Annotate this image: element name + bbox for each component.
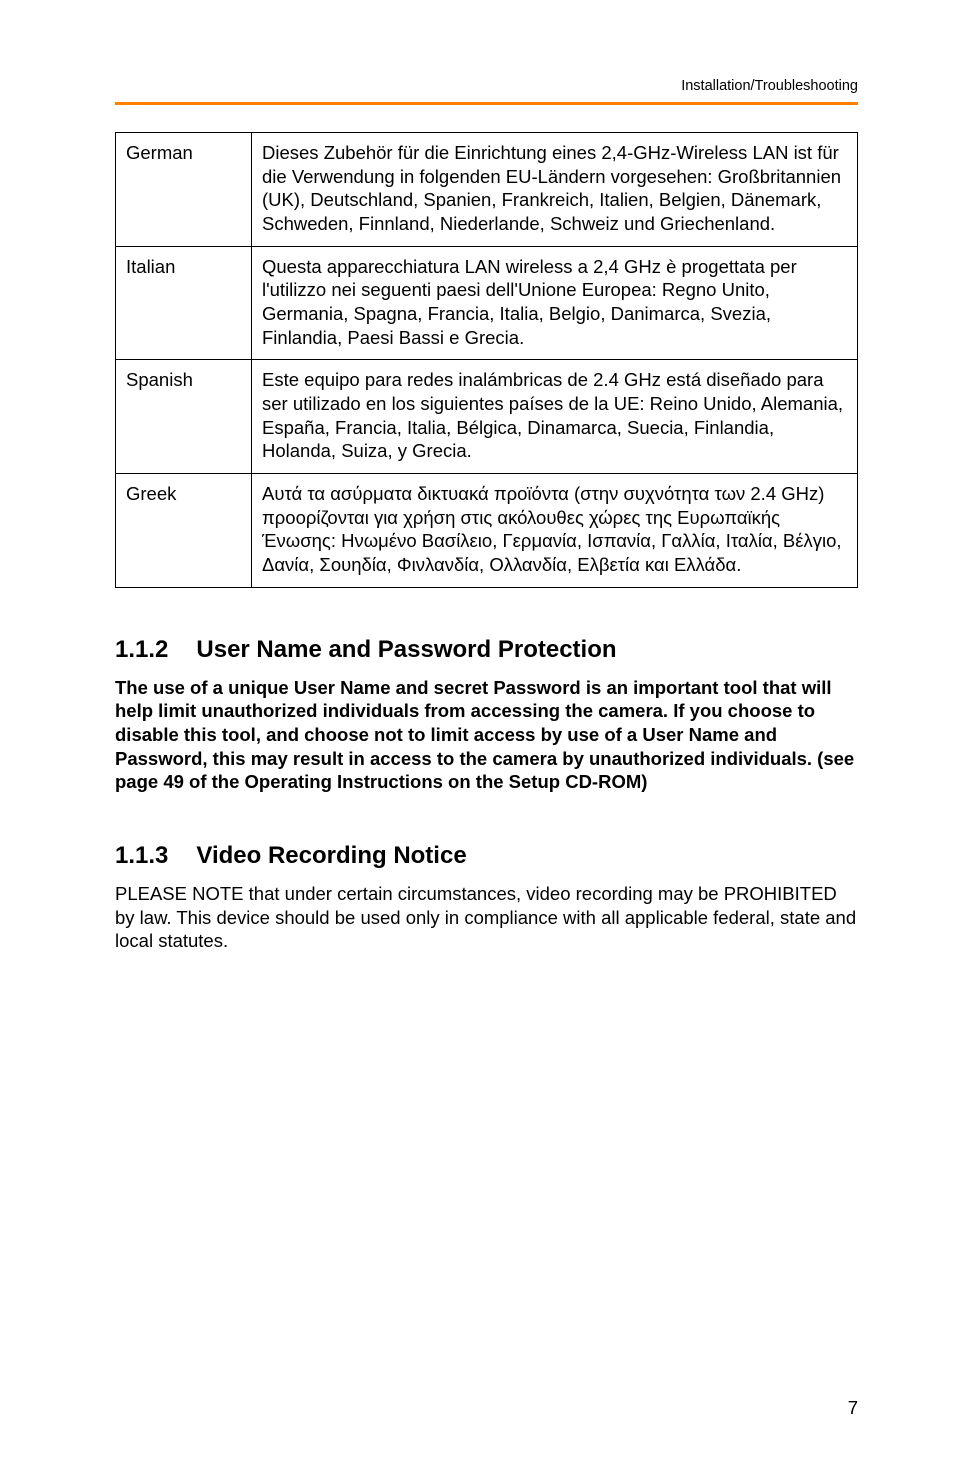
lang-cell: Italian <box>116 246 252 360</box>
lang-cell: Greek <box>116 474 252 588</box>
header-rule <box>115 102 858 105</box>
text-cell: Este equipo para redes inalámbricas de 2… <box>252 360 858 474</box>
section-number: 1.1.3 <box>115 842 168 870</box>
table-row: Spanish Este equipo para redes inalámbri… <box>116 360 858 474</box>
text-cell: Αυτά τα ασύρματα δικτυακά προϊόντα (στην… <box>252 474 858 588</box>
table-row: Italian Questa apparecchiatura LAN wirel… <box>116 246 858 360</box>
text-cell: Dieses Zubehör für die Einrichtung eines… <box>252 133 858 247</box>
section-title: Video Recording Notice <box>196 842 466 869</box>
running-head: Installation/Troubleshooting <box>681 78 858 94</box>
table-row: Greek Αυτά τα ασύρματα δικτυακά προϊόντα… <box>116 474 858 588</box>
lang-cell: German <box>116 133 252 247</box>
page-number: 7 <box>848 1397 858 1419</box>
section-number: 1.1.2 <box>115 636 168 664</box>
language-table: German Dieses Zubehör für die Einrichtun… <box>115 132 858 588</box>
page-header: Installation/Troubleshooting <box>115 72 858 128</box>
section-113-body: PLEASE NOTE that under certain circumsta… <box>115 882 858 953</box>
section-112-body: The use of a unique User Name and secret… <box>115 676 858 794</box>
text-cell: Questa apparecchiatura LAN wireless a 2,… <box>252 246 858 360</box>
lang-cell: Spanish <box>116 360 252 474</box>
section-heading-113: 1.1.3 Video Recording Notice <box>115 842 858 870</box>
section-heading-112: 1.1.2 User Name and Password Protection <box>115 636 858 664</box>
section-title: User Name and Password Protection <box>196 636 616 663</box>
table-row: German Dieses Zubehör für die Einrichtun… <box>116 133 858 247</box>
